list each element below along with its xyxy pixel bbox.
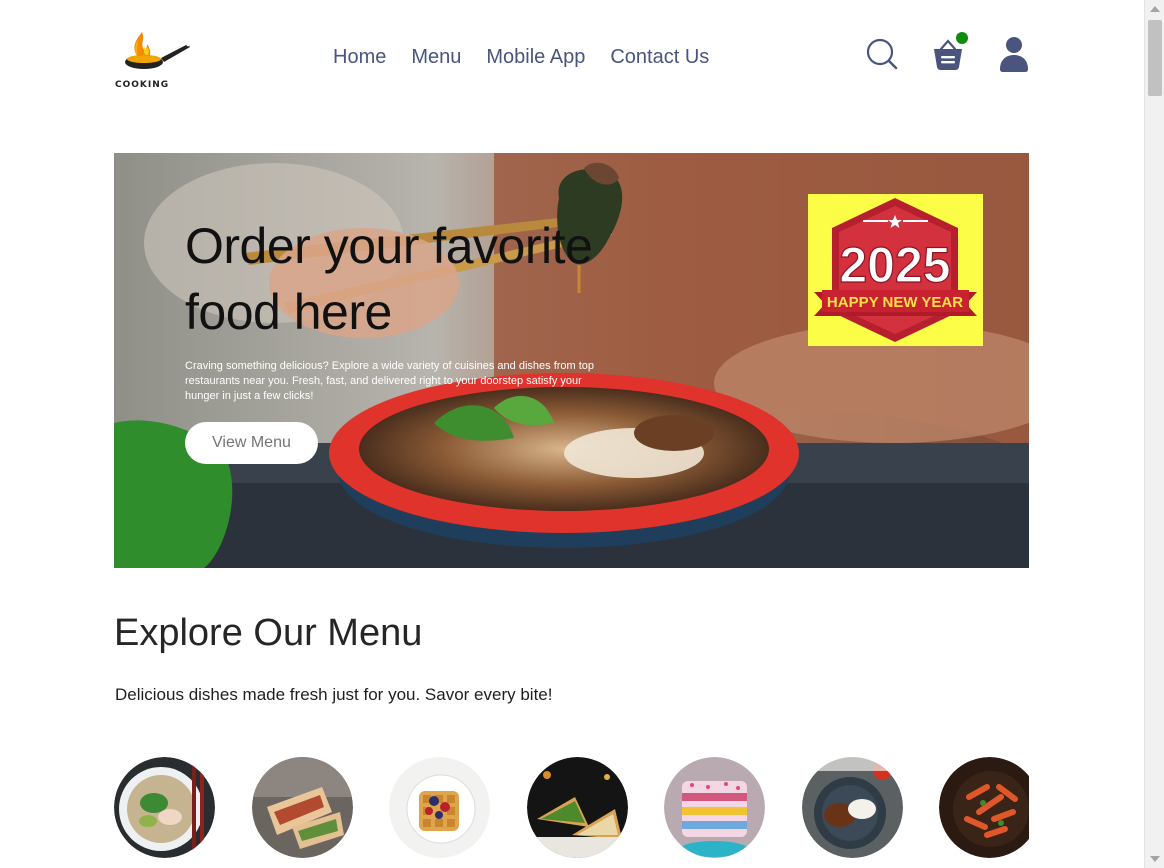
badge-year: 2025 xyxy=(839,237,950,293)
category-cake[interactable] xyxy=(664,757,765,858)
hero-content: Order your favorite food here Craving so… xyxy=(185,213,605,464)
scroll-down-arrow-icon[interactable] xyxy=(1150,856,1160,862)
category-rolls[interactable] xyxy=(252,757,353,858)
menu-category-list xyxy=(114,757,1029,858)
explore-subtitle: Delicious dishes made fresh just for you… xyxy=(115,685,553,704)
logo[interactable]: COOKING xyxy=(114,26,192,90)
nav-home[interactable]: Home xyxy=(333,46,386,69)
nav-menu: Home Menu Mobile App Contact Us xyxy=(333,46,709,69)
nav-mobile-app[interactable]: Mobile App xyxy=(486,46,585,69)
view-menu-button[interactable]: View Menu xyxy=(185,422,318,464)
scroll-up-arrow-icon[interactable] xyxy=(1150,6,1160,12)
new-year-badge: 2025 HAPPY NEW YEAR xyxy=(808,194,983,346)
nav-right xyxy=(866,32,1030,72)
basket-icon[interactable] xyxy=(932,32,968,72)
frying-pan-logo-icon xyxy=(125,32,190,69)
profile-icon[interactable] xyxy=(998,36,1030,72)
category-pasta[interactable] xyxy=(939,757,1029,858)
page: COOKING Home Menu Mobile App Contact Us xyxy=(0,0,1144,868)
new-year-badge-graphic: 2025 HAPPY NEW YEAR xyxy=(814,198,977,342)
page-scrollbar[interactable] xyxy=(1144,0,1164,868)
category-salad[interactable] xyxy=(114,757,215,858)
hero-title: Order your favorite food here xyxy=(185,218,593,340)
nav-contact-us[interactable]: Contact Us xyxy=(610,46,709,69)
category-sandwich[interactable] xyxy=(527,757,628,858)
category-desserts[interactable] xyxy=(389,757,490,858)
navbar: COOKING Home Menu Mobile App Contact Us xyxy=(114,20,1030,96)
scroll-thumb[interactable] xyxy=(1148,20,1162,96)
cart-indicator-dot xyxy=(956,32,968,44)
search-icon[interactable] xyxy=(866,36,898,72)
explore-title: Explore Our Menu xyxy=(114,612,423,654)
hero-banner: Order your favorite food here Craving so… xyxy=(114,153,1029,568)
hero-description: Craving something delicious? Explore a w… xyxy=(185,360,595,402)
badge-text: HAPPY NEW YEAR xyxy=(827,294,963,311)
category-pure-veg[interactable] xyxy=(802,757,903,858)
nav-menu-link[interactable]: Menu xyxy=(411,46,461,69)
logo-text: COOKING xyxy=(115,80,170,90)
